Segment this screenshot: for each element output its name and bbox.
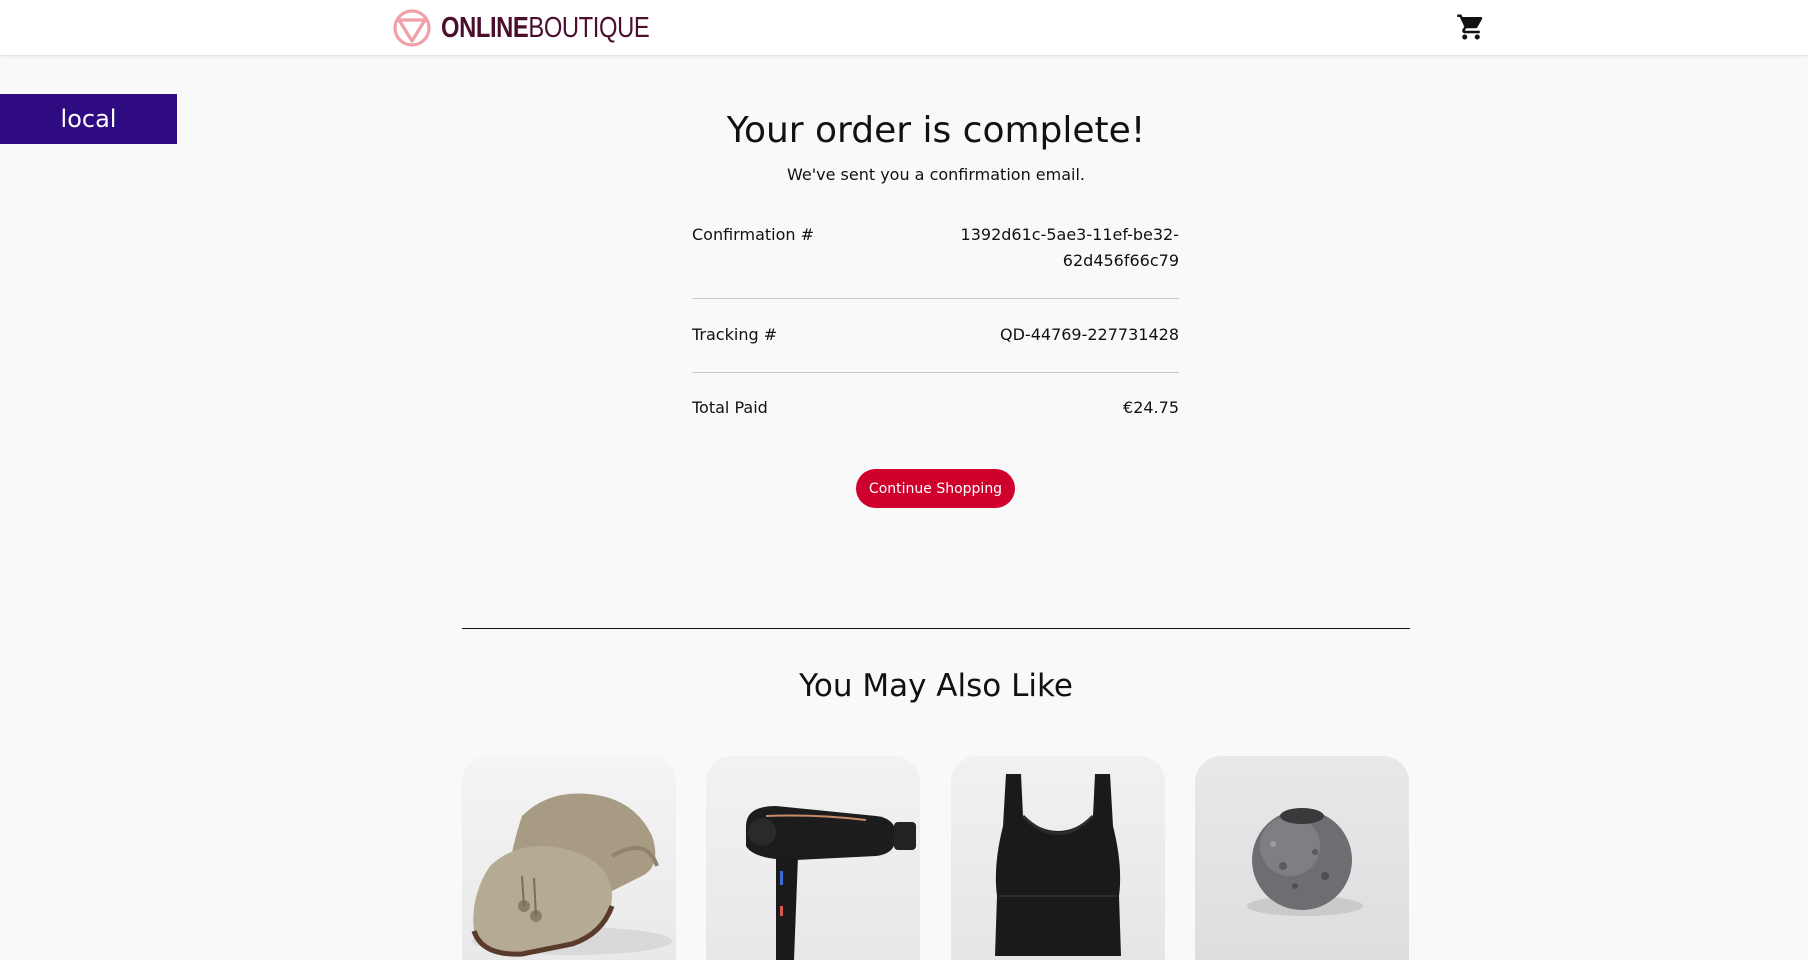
site-header: ONLINEBOUTIQUE [0,0,1808,56]
logo-wordmark: ONLINEBOUTIQUE [441,7,650,49]
total-label: Total Paid [692,398,768,417]
order-complete-title: Your order is complete! [726,110,1146,151]
confirmation-email-text: We've sent you a confirmation email. [786,165,1085,184]
recommendations-list [462,756,1410,960]
hairdryer-image [746,806,916,960]
product-card-candle-holder[interactable] [1195,756,1409,960]
total-value: €24.75 [1123,398,1179,417]
order-details: Confirmation # 1392d61c-5ae3-11ef-be32-6… [692,222,1179,421]
tracking-row: Tracking # QD-44769-227731428 [692,299,1179,373]
loafers-image [471,793,672,957]
logo-text-light: BOUTIQUE [528,12,650,44]
confirmation-row: Confirmation # 1392d61c-5ae3-11ef-be32-6… [692,222,1179,299]
section-divider [462,628,1410,629]
product-card-tank-top[interactable] [951,756,1165,960]
logo-text-bold: ONLINE [441,12,529,44]
product-card-loafers[interactable] [462,756,676,960]
cart-icon[interactable] [1456,12,1486,42]
tank-top-image [995,774,1121,956]
tracking-label: Tracking # [692,325,778,344]
candle-holder-image [1247,808,1363,916]
confirmation-value: 1392d61c-5ae3-11ef-be32-62d456f66c79 [960,225,1179,270]
product-card-hairdryer[interactable] [706,756,920,960]
logo-mark-icon [393,9,431,47]
continue-shopping-button[interactable]: Continue Shopping [856,469,1015,508]
tracking-value: QD-44769-227731428 [1000,325,1179,344]
confirmation-label: Confirmation # [692,225,815,244]
total-row: Total Paid €24.75 [692,373,1179,421]
site-logo[interactable]: ONLINEBOUTIQUE [392,7,695,49]
recommendations-title: You May Also Like [799,668,1073,704]
